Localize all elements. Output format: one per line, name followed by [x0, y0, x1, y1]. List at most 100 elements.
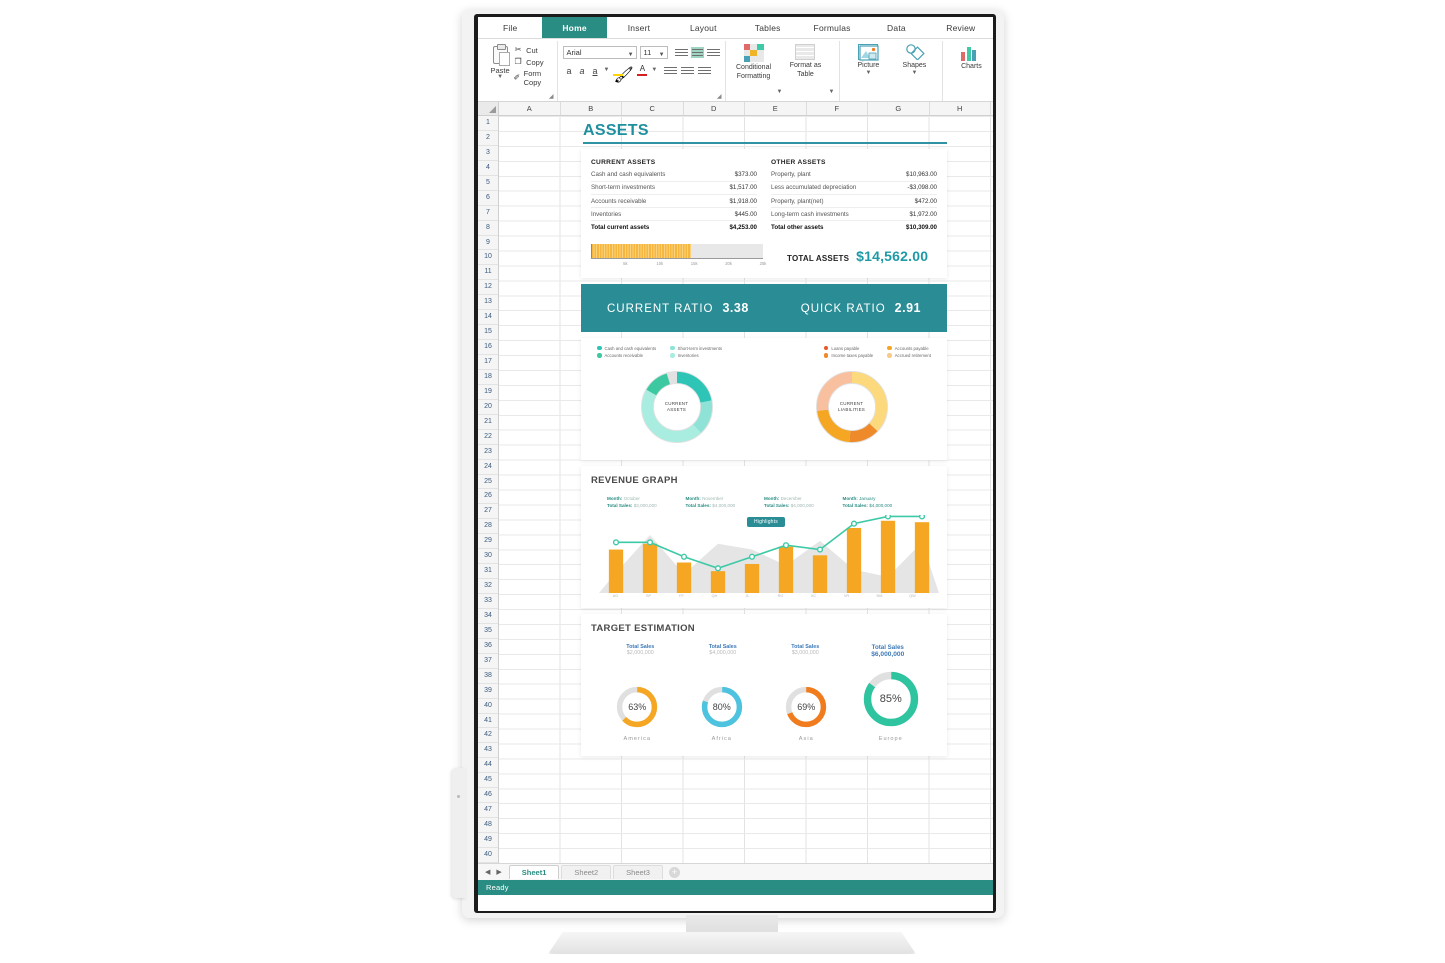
row-header-45[interactable]: 45	[478, 773, 498, 789]
row-header-25[interactable]: 25	[478, 475, 498, 490]
select-all-corner[interactable]	[478, 102, 499, 115]
align-bottom-icon[interactable]	[706, 47, 720, 58]
italic-icon[interactable]: a	[578, 66, 587, 76]
row-header-29[interactable]: 29	[478, 534, 498, 550]
row-header-4[interactable]: 4	[478, 161, 498, 176]
chevron-down-icon[interactable]: ▼	[828, 89, 834, 95]
row-header-40[interactable]: 40	[478, 848, 498, 863]
align-right-icon[interactable]	[698, 65, 712, 76]
column-header-H[interactable]: H	[930, 102, 991, 115]
row-header-38[interactable]: 38	[478, 669, 498, 684]
row-header-16[interactable]: 16	[478, 340, 498, 355]
row-header-10[interactable]: 10	[478, 250, 498, 266]
fill-color-icon[interactable]: 🖌	[613, 65, 634, 84]
row-header-20[interactable]: 20	[478, 400, 498, 415]
row-header-24[interactable]: 24	[478, 460, 498, 475]
column-header-E[interactable]: E	[745, 102, 807, 115]
ribbon-tab-review[interactable]: Review	[929, 17, 993, 38]
sheet-tab-sheet3[interactable]: Sheet3	[613, 865, 663, 879]
paste-button[interactable]: Paste ▼	[487, 41, 513, 80]
row-header-12[interactable]: 12	[478, 280, 498, 296]
row-header-5[interactable]: 5	[478, 176, 498, 191]
chevron-down-icon[interactable]: ▼	[659, 50, 665, 61]
row-header-27[interactable]: 27	[478, 504, 498, 520]
row-header-7[interactable]: 7	[478, 206, 498, 221]
row-header-15[interactable]: 15	[478, 325, 498, 341]
chevron-down-icon[interactable]: ▼	[777, 89, 783, 95]
row-header-46[interactable]: 46	[478, 788, 498, 804]
row-header-28[interactable]: 28	[478, 519, 498, 535]
row-header-32[interactable]: 32	[478, 579, 498, 594]
align-center-icon[interactable]	[681, 65, 695, 76]
conditional-formatting-button[interactable]: Conditional Formatting	[731, 41, 777, 81]
row-header-48[interactable]: 48	[478, 818, 498, 833]
column-header-F[interactable]: F	[807, 102, 868, 115]
font-name-input[interactable]: Arial ▼	[562, 46, 637, 61]
row-header-33[interactable]: 33	[478, 594, 498, 609]
grid-cells[interactable]: ASSETS CURRENT ASSETS Cash and cash equi…	[499, 116, 993, 863]
row-header-18[interactable]: 18	[478, 370, 498, 385]
row-header-44[interactable]: 44	[478, 758, 498, 774]
row-header-22[interactable]: 22	[478, 430, 498, 445]
column-header-C[interactable]: C	[622, 102, 684, 115]
row-header-40[interactable]: 40	[478, 699, 498, 714]
picture-button[interactable]: Picture ▼	[845, 41, 891, 76]
row-header-3[interactable]: 3	[478, 146, 498, 161]
font-color-icon[interactable]: A	[637, 65, 648, 76]
underline-icon[interactable]: a	[591, 66, 600, 76]
chevron-down-icon[interactable]: ▼	[651, 67, 657, 73]
font-size-input[interactable]: 11 ▼	[639, 46, 668, 61]
row-header-26[interactable]: 26	[478, 489, 498, 505]
cut-button[interactable]: ✂ Cut	[513, 45, 551, 55]
row-header-21[interactable]: 21	[478, 415, 498, 430]
align-middle-icon[interactable]	[690, 47, 704, 58]
spreadsheet-grid[interactable]: ABCDEFGH 1 2 3 4 5 6 7 8 9 10 11 12 13 14 15 16 17 18 19 20…	[478, 102, 993, 863]
row-header-8[interactable]: 8	[478, 221, 498, 236]
form-copy-button[interactable]: ✐ Form Copy	[513, 69, 551, 87]
sheet-nav-arrows[interactable]: ◀ ▶	[482, 868, 509, 876]
copy-button[interactable]: ❐ Copy	[513, 57, 551, 67]
row-header-34[interactable]: 34	[478, 609, 498, 624]
column-header-B[interactable]: B	[561, 102, 622, 115]
row-header-14[interactable]: 14	[478, 310, 498, 326]
chevron-down-icon[interactable]: ▼	[865, 70, 871, 76]
row-header-43[interactable]: 43	[478, 743, 498, 759]
row-header-17[interactable]: 17	[478, 355, 498, 370]
ribbon-tab-layout[interactable]: Layout	[671, 17, 735, 38]
row-header-23[interactable]: 23	[478, 445, 498, 460]
row-header-13[interactable]: 13	[478, 295, 498, 311]
highlights-badge[interactable]: Highlights	[747, 517, 785, 528]
chevron-down-icon[interactable]: ▼	[497, 74, 503, 80]
row-header-36[interactable]: 36	[478, 639, 498, 654]
sheet-tab-sheet2[interactable]: Sheet2	[561, 865, 612, 879]
bold-icon[interactable]: a	[565, 66, 574, 76]
ribbon-tab-insert[interactable]: Insert	[607, 17, 671, 38]
ribbon-tab-formulas[interactable]: Formulas	[800, 17, 864, 38]
shapes-button[interactable]: Shapes ▼	[891, 41, 937, 76]
ribbon-tab-data[interactable]: Data	[864, 17, 928, 38]
row-header-6[interactable]: 6	[478, 191, 498, 206]
chevron-down-icon[interactable]: ▼	[628, 50, 634, 61]
row-header-2[interactable]: 2	[478, 131, 498, 146]
column-header-G[interactable]: G	[868, 102, 930, 115]
column-header-A[interactable]: A	[499, 102, 561, 115]
row-header-42[interactable]: 42	[478, 728, 498, 744]
row-header-37[interactable]: 37	[478, 654, 498, 669]
row-header-9[interactable]: 9	[478, 236, 498, 251]
ribbon-tab-file[interactable]: File	[478, 17, 542, 38]
format-as-table-button[interactable]: Format as Table	[782, 41, 828, 79]
row-header-47[interactable]: 47	[478, 803, 498, 819]
add-sheet-button[interactable]: +	[668, 866, 680, 878]
ribbon-tab-tables[interactable]: Tables	[736, 17, 800, 38]
ribbon-tab-home[interactable]: Home	[542, 17, 607, 38]
align-left-icon[interactable]	[664, 65, 678, 76]
font-dialog-launcher[interactable]: ◢	[717, 93, 722, 100]
row-header-49[interactable]: 49	[478, 833, 498, 848]
next-sheet-icon[interactable]: ▶	[496, 868, 501, 876]
row-header-30[interactable]: 30	[478, 549, 498, 565]
clipboard-dialog-launcher[interactable]: ◢	[549, 93, 554, 100]
previous-sheet-icon[interactable]: ◀	[485, 868, 490, 876]
row-header-31[interactable]: 31	[478, 564, 498, 580]
row-header-1[interactable]: 1	[478, 116, 498, 131]
sheet-tab-sheet1[interactable]: Sheet1	[508, 865, 560, 879]
